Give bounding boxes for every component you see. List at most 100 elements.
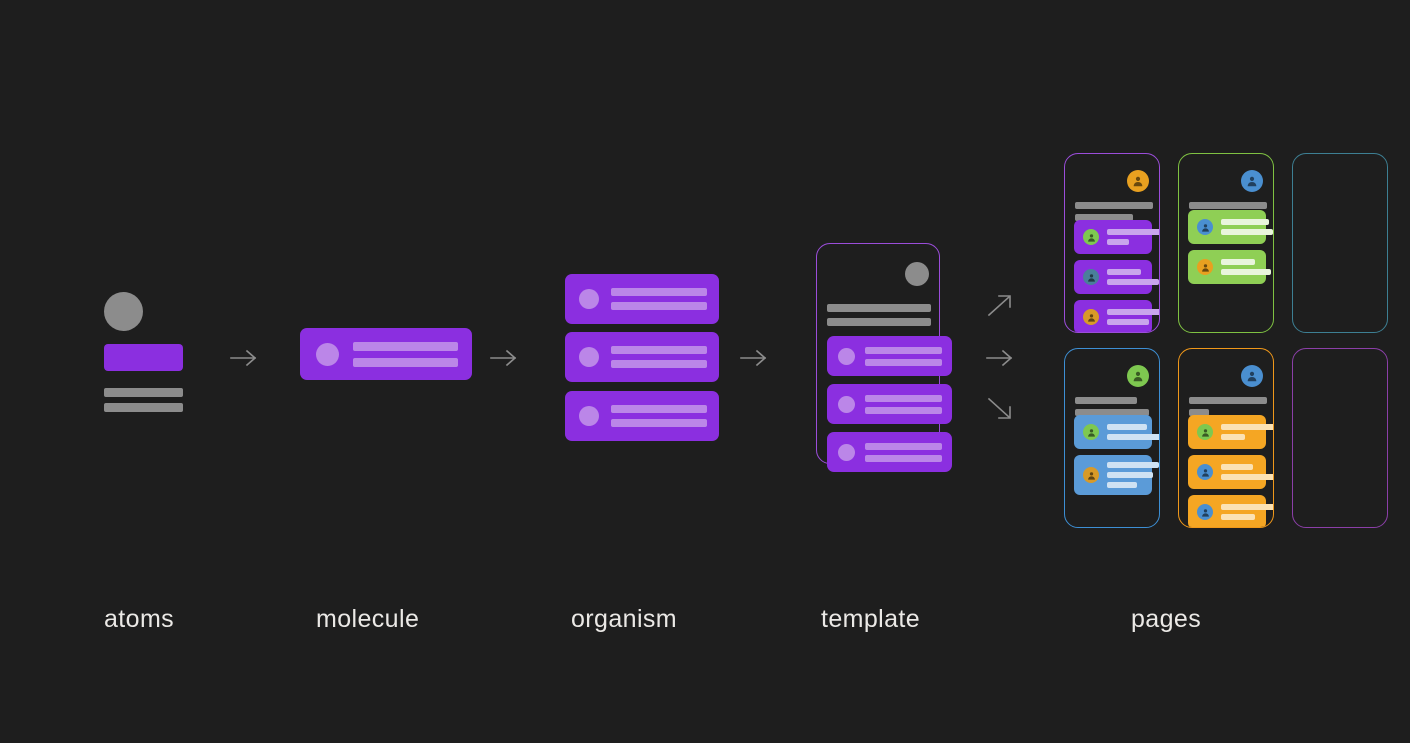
avatar-icon	[1083, 467, 1099, 483]
atom-text-line-2	[104, 403, 183, 412]
text-line	[1221, 434, 1245, 440]
card-text-lines	[865, 442, 942, 462]
user-avatar-icon[interactable]	[1241, 365, 1263, 387]
user-avatar-icon[interactable]	[1127, 170, 1149, 192]
page-blue[interactable]	[1064, 348, 1160, 528]
text-line	[1107, 229, 1159, 235]
card-text-lines	[611, 405, 707, 427]
avatar-icon	[1197, 259, 1213, 275]
card-text-lines	[865, 346, 942, 366]
page-list-card[interactable]	[1074, 220, 1159, 254]
text-line	[865, 358, 942, 366]
text-line	[865, 394, 942, 402]
card-text-lines	[1107, 229, 1159, 245]
arrow-organism-to-template	[738, 344, 770, 372]
page-list-card[interactable]	[1188, 250, 1271, 284]
text-line	[1107, 279, 1159, 285]
header-text-line	[1075, 397, 1137, 404]
card-text-lines	[1221, 504, 1273, 520]
molecule-text-lines	[353, 341, 458, 367]
text-line	[1107, 472, 1153, 478]
card-text-lines	[1107, 462, 1159, 488]
atom-circle	[104, 292, 143, 331]
arrow-atoms-to-molecule	[228, 344, 260, 372]
page-list-card[interactable]	[1188, 495, 1273, 527]
avatar-icon	[1197, 219, 1213, 235]
avatar-icon	[1083, 269, 1099, 285]
page-list-card[interactable]	[1074, 260, 1159, 294]
arrow-template-to-page-down	[984, 394, 1016, 422]
text-line	[1221, 464, 1253, 470]
page-list-card[interactable]	[1074, 455, 1159, 495]
template-card[interactable]	[827, 384, 952, 424]
card-text-lines	[865, 394, 942, 414]
template-card[interactable]	[827, 432, 952, 472]
atomic-design-diagram: atoms molecule organism template pages	[0, 0, 1410, 743]
text-line	[1107, 269, 1141, 275]
organism-card[interactable]	[565, 332, 719, 382]
molecule-card[interactable]	[300, 328, 472, 380]
text-line	[1221, 474, 1273, 480]
stage-label-template: template	[821, 605, 921, 633]
text-line	[1107, 424, 1147, 430]
card-text-lines	[1107, 269, 1159, 285]
text-line	[865, 442, 942, 450]
page-list-card[interactable]	[1074, 300, 1159, 332]
page-orange[interactable]	[1178, 348, 1274, 528]
card-text-lines	[1221, 219, 1273, 235]
page-purple[interactable]	[1064, 153, 1160, 333]
text-line	[1107, 319, 1149, 325]
card-text-lines	[611, 346, 707, 368]
page-teal-partial[interactable]	[1292, 153, 1388, 333]
atom-text-line-1	[104, 388, 183, 397]
card-text-lines	[1107, 424, 1159, 440]
page-list-card[interactable]	[1188, 455, 1273, 489]
arrow-template-to-page-up	[984, 292, 1016, 320]
template-card[interactable]	[827, 336, 952, 376]
text-line	[865, 406, 942, 414]
stage-label-organism: organism	[571, 605, 678, 633]
organism-card[interactable]	[565, 391, 719, 441]
page-list-card[interactable]	[1074, 415, 1159, 449]
avatar-icon	[1197, 464, 1213, 480]
page-green[interactable]	[1178, 153, 1274, 333]
arrow-template-to-page-mid	[984, 344, 1016, 372]
header-text-line	[1189, 397, 1267, 404]
text-line	[1107, 482, 1137, 488]
organism-card[interactable]	[565, 274, 719, 324]
card-text-lines	[1221, 424, 1273, 440]
text-line	[353, 341, 458, 351]
text-line	[611, 360, 707, 368]
text-line	[1221, 424, 1273, 430]
card-text-lines	[611, 288, 707, 310]
avatar-icon	[1083, 309, 1099, 325]
user-avatar-icon[interactable]	[1241, 170, 1263, 192]
header-text-line	[1075, 202, 1153, 209]
stage-label-molecule: molecule	[316, 605, 420, 633]
card-text-lines	[1107, 309, 1159, 325]
avatar-icon	[1083, 424, 1099, 440]
text-line	[1221, 514, 1255, 520]
text-line	[865, 346, 942, 354]
text-line	[1221, 259, 1255, 265]
page-magenta-partial[interactable]	[1292, 348, 1388, 528]
avatar-icon	[316, 342, 339, 366]
header-text-line-1	[827, 304, 931, 312]
template-phone-frame	[816, 243, 952, 472]
text-line	[1107, 309, 1159, 315]
text-line	[353, 357, 458, 367]
avatar-icon	[838, 395, 855, 413]
avatar-icon	[905, 262, 929, 286]
text-line	[1107, 239, 1129, 245]
text-line	[1107, 434, 1159, 440]
avatar-icon	[1083, 229, 1099, 245]
user-avatar-icon[interactable]	[1127, 365, 1149, 387]
text-line	[1107, 462, 1159, 468]
page-list-card[interactable]	[1188, 415, 1273, 449]
stage-label-atoms: atoms	[104, 605, 175, 633]
text-line	[1221, 229, 1273, 235]
page-list-card[interactable]	[1188, 210, 1273, 244]
avatar-icon	[579, 289, 599, 309]
atom-button[interactable]	[104, 344, 183, 371]
avatar-icon	[1197, 504, 1213, 520]
